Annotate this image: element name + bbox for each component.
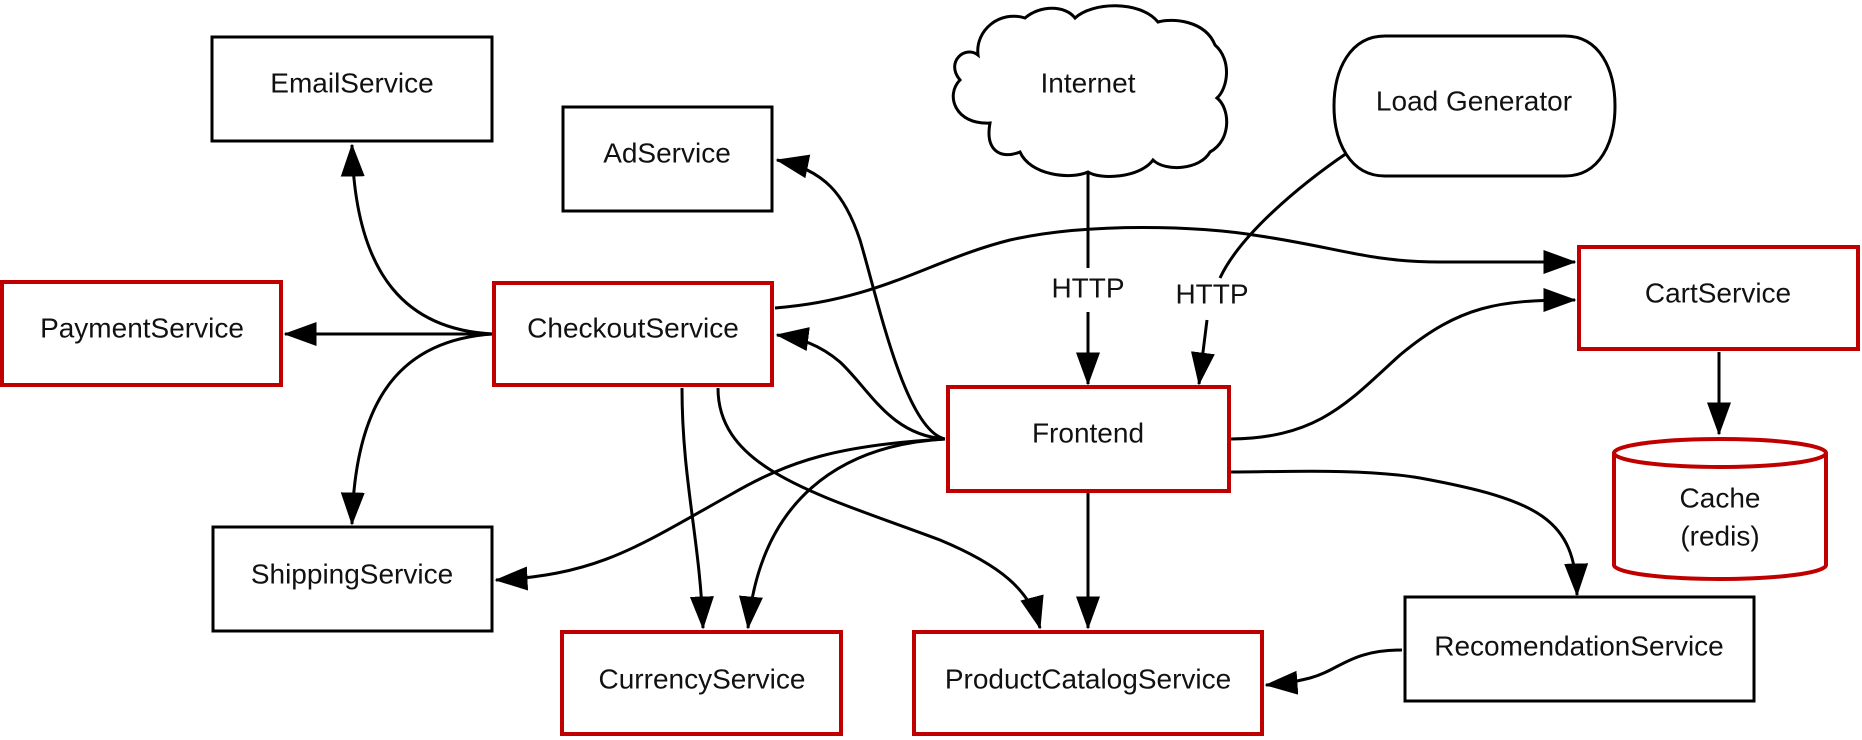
edge-checkout-to-shipping: [340, 332, 494, 526]
database-cylinder-icon: [1612, 453, 1828, 581]
edge-checkout-to-currency: [680, 387, 714, 630]
node-label: AdService: [603, 137, 731, 168]
node-label-line1: Cache: [1680, 482, 1761, 513]
node-internet[interactable]: Internet: [951, 4, 1229, 178]
node-label-line2: (redis): [1680, 520, 1759, 551]
node-product-catalog-service[interactable]: ProductCatalogService: [912, 630, 1264, 736]
node-label: CartService: [1645, 277, 1791, 308]
node-frontend[interactable]: Frontend: [946, 385, 1231, 493]
node-cache-redis[interactable]: Cache (redis): [1612, 437, 1828, 581]
node-label: CurrencyService: [599, 663, 806, 694]
node-email-service[interactable]: EmailService: [210, 35, 494, 143]
edge-frontend-to-ad: [775, 154, 946, 441]
edge-frontend-to-recommendation: [1230, 469, 1589, 597]
node-label: RecomendationService: [1434, 630, 1724, 661]
edge-frontend-to-shipping: [494, 437, 946, 591]
edge-frontend-to-currency: [739, 437, 946, 630]
node-label: ShippingService: [251, 558, 453, 589]
cylinder-top: [1612, 437, 1828, 469]
node-recommendation-service[interactable]: RecomendationService: [1403, 595, 1756, 703]
edge-label-internet-http: HTTP: [1051, 272, 1124, 303]
edge-recommendation-to-productcatalog: [1264, 648, 1403, 695]
edge-checkout-to-email: [340, 143, 494, 336]
node-ad-service[interactable]: AdService: [561, 105, 774, 213]
edge-loadgen-to-frontend: [1190, 319, 1215, 386]
node-load-generator[interactable]: Load Generator: [1332, 34, 1617, 178]
edge-loadgen-to-frontend-upper: [1218, 151, 1348, 279]
node-label: Load Generator: [1376, 85, 1572, 116]
node-label: CheckoutService: [527, 312, 739, 343]
architecture-diagram: HTTP HTTP EmailService AdService Interne…: [0, 4, 1860, 736]
node-shipping-service[interactable]: ShippingService: [211, 525, 494, 633]
node-label: ProductCatalogService: [945, 663, 1231, 694]
node-checkout-service[interactable]: CheckoutService: [492, 281, 774, 387]
edge-frontend-to-cart: [1230, 288, 1577, 441]
node-label: EmailService: [270, 67, 433, 98]
node-cart-service[interactable]: CartService: [1577, 245, 1860, 351]
edge-label-loadgen-http: HTTP: [1175, 278, 1248, 309]
edge-frontend-to-checkout: [775, 327, 946, 441]
node-currency-service[interactable]: CurrencyService: [560, 630, 843, 736]
node-payment-service[interactable]: PaymentService: [0, 280, 283, 387]
node-label: Frontend: [1032, 417, 1144, 448]
node-label: PaymentService: [40, 312, 244, 343]
node-label: Internet: [1041, 67, 1136, 98]
